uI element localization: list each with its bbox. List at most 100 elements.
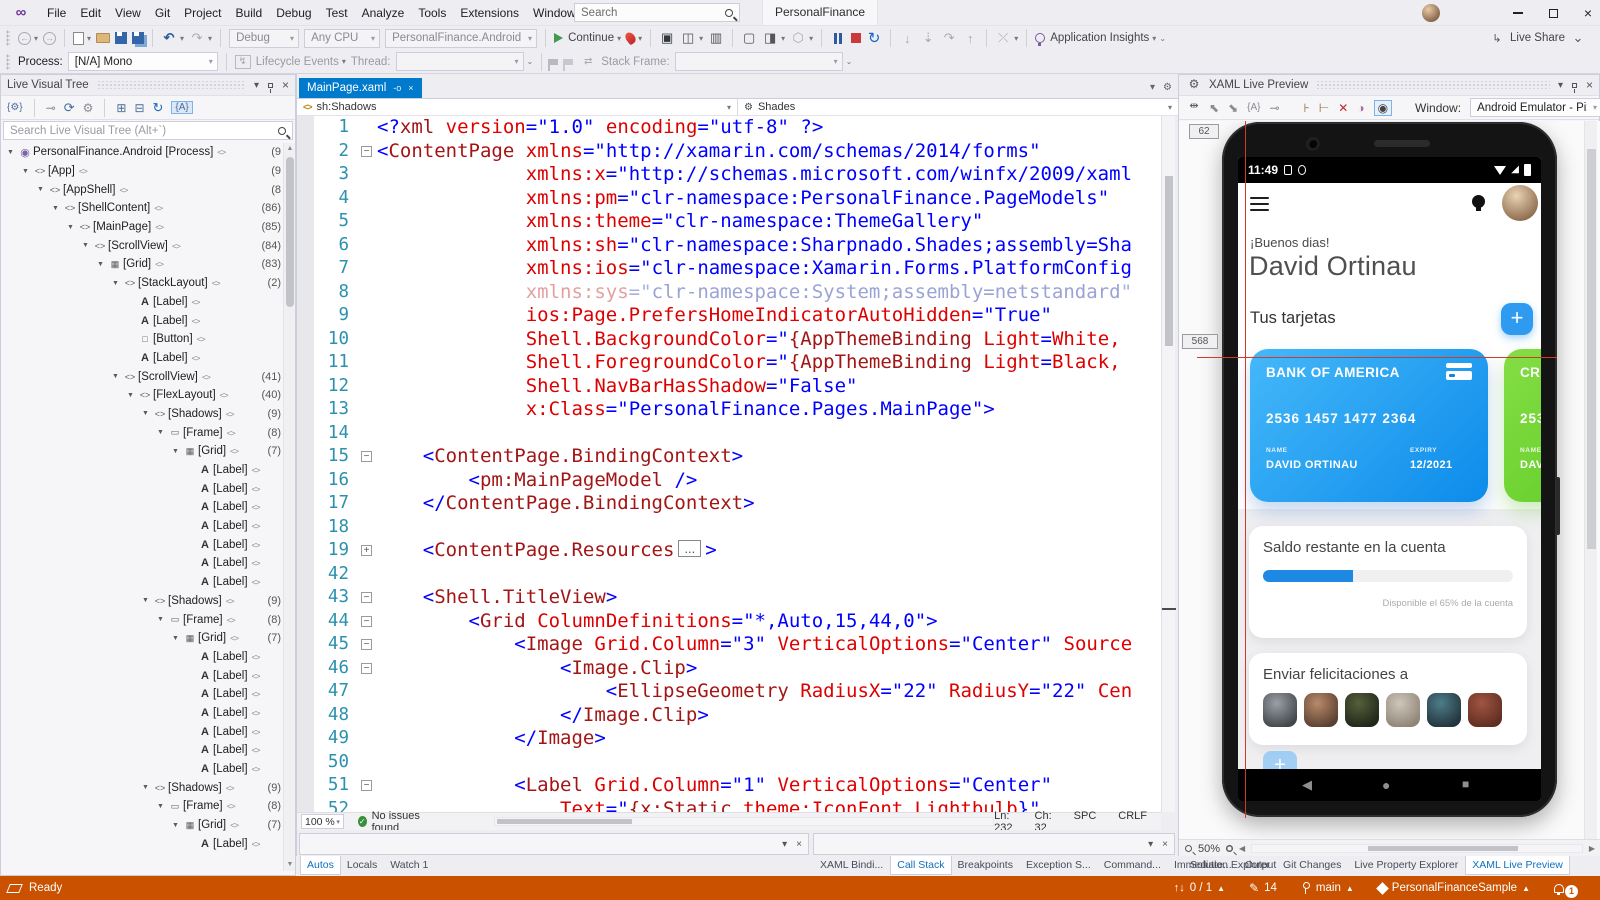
- scroll-left-icon[interactable]: ◀: [1239, 844, 1245, 853]
- code-line[interactable]: 9 ios:Page.PrefersHomeIndicatorAutoHidde…: [297, 304, 1161, 328]
- tab-command[interactable]: Command...: [1098, 856, 1168, 875]
- go-to-source-icon[interactable]: <>: [155, 222, 164, 232]
- show-labels-icon[interactable]: {A}: [1247, 102, 1260, 113]
- step-up-icon[interactable]: ↑: [962, 28, 978, 48]
- expander-icon[interactable]: ▼: [172, 448, 182, 455]
- go-to-source-icon[interactable]: <>: [252, 521, 261, 531]
- lifecycle-events-icon[interactable]: ↯: [234, 54, 251, 69]
- go-to-source-icon[interactable]: <>: [252, 465, 261, 475]
- live-visual-tree-header[interactable]: Live Visual Tree ▾ ×: [1, 75, 295, 96]
- go-to-source-icon[interactable]: <>: [252, 577, 261, 587]
- new-file-button[interactable]: [73, 31, 85, 45]
- tab-git-changes[interactable]: Git Changes: [1277, 856, 1348, 875]
- expander-icon[interactable]: ▼: [172, 635, 182, 642]
- toolbar-overflow-icon[interactable]: ⌄: [1159, 34, 1166, 43]
- go-to-source-icon[interactable]: <>: [227, 801, 236, 811]
- phone-screen[interactable]: 11:49 ◢ ¡Buenos dias! David Ortinau Tus …: [1238, 157, 1541, 801]
- startup-project-dropdown[interactable]: PersonalFinance.Android ▾: [385, 28, 538, 48]
- preview-toggle-eye-icon[interactable]: ◉: [1373, 99, 1393, 116]
- contact-avatar-4[interactable]: [1386, 693, 1420, 727]
- preview-horizontal-scrollbar[interactable]: [1251, 844, 1583, 853]
- live-share-button[interactable]: Live Share: [1510, 32, 1565, 44]
- go-to-source-icon[interactable]: <>: [230, 820, 239, 830]
- zoom-in-icon[interactable]: [1226, 845, 1234, 852]
- code-editor[interactable]: 1 <?xml version="1.0" encoding="utf-8" ?>…: [297, 116, 1161, 812]
- document-list-icon[interactable]: ▾: [1150, 82, 1155, 93]
- tree-node[interactable]: ▼ ▭ [Frame] <> (8): [1, 610, 283, 629]
- tree-node[interactable]: A [Label] <>: [1, 517, 283, 536]
- expander-icon[interactable]: ▼: [67, 224, 77, 231]
- open-file-button[interactable]: [96, 33, 111, 43]
- code-line[interactable]: 50: [297, 751, 1161, 775]
- expander-icon[interactable]: ▼: [52, 205, 62, 212]
- solution-platform-dropdown[interactable]: Any CPU ▾: [304, 28, 381, 48]
- continue-icon[interactable]: [554, 33, 564, 43]
- code-line[interactable]: 47 <EllipseGeometry RadiusX="22" RadiusY…: [297, 680, 1161, 704]
- expander-icon[interactable]: ▼: [112, 280, 122, 287]
- go-to-source-icon[interactable]: <>: [252, 558, 261, 568]
- go-to-source-icon[interactable]: <>: [226, 783, 235, 793]
- code-line[interactable]: 15− <ContentPage.BindingContext>: [297, 445, 1161, 469]
- current-branch-button[interactable]: main ▲: [1301, 882, 1354, 894]
- go-to-source-icon[interactable]: <>: [197, 334, 206, 344]
- chevron-down-icon[interactable]: ▾: [782, 839, 787, 850]
- collapse-region-icon[interactable]: −: [361, 639, 372, 650]
- tab-solution-explorer[interactable]: Solution Explorer: [1184, 856, 1277, 875]
- nav-recents-icon[interactable]: ■: [1462, 777, 1469, 791]
- go-to-source-icon[interactable]: <>: [119, 185, 128, 195]
- zoom-out-icon[interactable]: [1185, 845, 1192, 852]
- application-insights-icon[interactable]: [1035, 33, 1046, 46]
- expander-icon[interactable]: ▼: [82, 242, 92, 249]
- profile-avatar[interactable]: [1502, 185, 1538, 221]
- pin-icon[interactable]: -o: [393, 83, 401, 93]
- tree-node[interactable]: ▼ <> [Shadows] <> (9): [1, 778, 283, 797]
- minimize-button[interactable]: [1512, 12, 1523, 14]
- tree-node[interactable]: A [Label] <>: [1, 741, 283, 760]
- step-into-icon[interactable]: ↓: [899, 28, 915, 48]
- close-icon[interactable]: ×: [1586, 78, 1593, 92]
- tree-node[interactable]: A [Label] <>: [1, 760, 283, 779]
- stack-frame-dropdown[interactable]: ▾: [674, 52, 843, 71]
- select-element-cursor-icon[interactable]: ⬉: [1209, 101, 1219, 115]
- menu-debug[interactable]: Debug: [269, 0, 318, 26]
- go-to-source-icon[interactable]: <>: [252, 502, 261, 512]
- menu-tools[interactable]: Tools: [411, 0, 453, 26]
- expander-icon[interactable]: ▼: [37, 186, 47, 193]
- go-to-source-icon[interactable]: <>: [227, 615, 236, 625]
- xaml-live-preview-header[interactable]: XAML Live Preview ▾ ×: [1179, 75, 1599, 96]
- code-line[interactable]: 44− <Grid ColumnDefinitions="*,Auto,15,4…: [297, 610, 1161, 634]
- tree-node[interactable]: ▼ ▭ [Frame] <> (8): [1, 423, 283, 442]
- tree-node[interactable]: ▼ <> [FlexLayout] <> (40): [1, 386, 283, 405]
- go-to-source-icon[interactable]: <>: [252, 764, 261, 774]
- code-line[interactable]: 49 </Image>: [297, 727, 1161, 751]
- expander-icon[interactable]: ▼: [142, 784, 152, 791]
- bank-card-blue[interactable]: BANK OF AMERICA 2536 1457 1477 2364 NAME…: [1250, 349, 1488, 502]
- tab-live-property-explorer[interactable]: Live Property Explorer: [1348, 856, 1465, 875]
- chevron-down-icon[interactable]: ▾: [87, 34, 91, 43]
- code-line[interactable]: 4 xmlns:pm="clr-namespace:PersonalFinanc…: [297, 187, 1161, 211]
- step-over-icon[interactable]: ⇣: [920, 28, 936, 48]
- chevron-down-icon[interactable]: ▾: [34, 34, 38, 43]
- flag-threads-icon[interactable]: [563, 58, 574, 71]
- go-to-source-icon[interactable]: <>: [230, 446, 239, 456]
- toolbar-grip[interactable]: [6, 53, 10, 70]
- close-icon[interactable]: ×: [408, 83, 413, 93]
- go-to-source-icon[interactable]: <>: [217, 147, 226, 157]
- go-to-source-icon[interactable]: <>: [226, 596, 235, 606]
- show-output-icon[interactable]: ▣: [659, 28, 675, 48]
- lifecycle-events-button[interactable]: Lifecycle Events: [256, 56, 339, 68]
- expander-icon[interactable]: ▼: [97, 261, 107, 268]
- go-to-source-icon[interactable]: <>: [252, 708, 261, 718]
- tree-node[interactable]: A [Label] <>: [1, 535, 283, 554]
- go-to-source-icon[interactable]: <>: [252, 745, 261, 755]
- code-line[interactable]: 16 <pm:MainPageModel />: [297, 469, 1161, 493]
- hot-reload-icon[interactable]: [623, 30, 638, 46]
- navigate-back-button[interactable]: ←: [18, 31, 31, 45]
- tree-node[interactable]: A [Label] <>: [1, 573, 283, 592]
- collapse-region-icon[interactable]: −: [361, 451, 372, 462]
- tab-watch-1[interactable]: Watch 1: [384, 856, 435, 875]
- navigate-forward-button[interactable]: →: [43, 31, 57, 45]
- code-line[interactable]: 12 Shell.NavBarHasShadow="False": [297, 375, 1161, 399]
- search-input[interactable]: Search: [574, 3, 740, 22]
- expand-region-icon[interactable]: +: [361, 545, 372, 556]
